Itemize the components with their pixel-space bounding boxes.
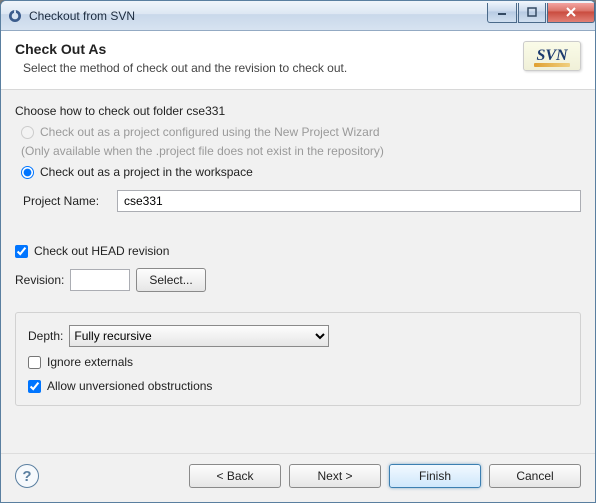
next-button[interactable]: Next >	[289, 464, 381, 488]
wizard-header: Check Out As Select the method of check …	[1, 31, 595, 90]
configured-hint: (Only available when the .project file d…	[15, 144, 581, 158]
ignore-externals-checkbox[interactable]	[28, 356, 41, 369]
finish-button[interactable]: Finish	[389, 464, 481, 488]
cancel-button[interactable]: Cancel	[489, 464, 581, 488]
wizard-footer: ? < Back Next > Finish Cancel	[1, 453, 595, 502]
revision-input[interactable]	[70, 269, 130, 291]
wizard-title: Check Out As	[15, 41, 523, 57]
select-revision-button[interactable]: Select...	[136, 268, 205, 292]
revision-label: Revision:	[15, 273, 64, 287]
radio-workspace-label: Check out as a project in the workspace	[40, 165, 253, 179]
radio-configured-project: Check out as a project configured using …	[15, 124, 581, 140]
window-title: Checkout from SVN	[29, 9, 486, 23]
allow-unversioned-row[interactable]: Allow unversioned obstructions	[28, 377, 568, 395]
project-name-row: Project Name:	[15, 184, 581, 216]
choose-prompt: Choose how to check out folder cse331	[15, 104, 581, 118]
window-controls	[486, 3, 595, 23]
radio-workspace-input[interactable]	[21, 166, 34, 179]
revision-row: Revision: Select...	[15, 268, 581, 292]
head-revision-checkbox[interactable]	[15, 245, 28, 258]
help-icon[interactable]: ?	[15, 464, 39, 488]
titlebar[interactable]: Checkout from SVN	[1, 1, 595, 31]
maximize-button[interactable]	[518, 3, 546, 23]
wizard-subtitle: Select the method of check out and the r…	[15, 61, 523, 75]
project-name-label: Project Name:	[23, 194, 109, 208]
depth-select[interactable]: Fully recursive	[69, 325, 329, 347]
head-revision-row[interactable]: Check out HEAD revision	[15, 242, 581, 260]
app-icon	[7, 8, 23, 24]
radio-configured-input	[21, 126, 34, 139]
allow-unversioned-label: Allow unversioned obstructions	[47, 379, 212, 393]
radio-configured-label: Check out as a project configured using …	[40, 125, 380, 139]
wizard-body: Choose how to check out folder cse331 Ch…	[1, 90, 595, 453]
close-button[interactable]	[547, 3, 595, 23]
radio-workspace-project[interactable]: Check out as a project in the workspace	[15, 164, 581, 180]
dialog-window: Checkout from SVN Check Out As Select th…	[0, 0, 596, 503]
ignore-externals-label: Ignore externals	[47, 355, 133, 369]
depth-row: Depth: Fully recursive	[28, 325, 568, 347]
head-revision-label: Check out HEAD revision	[34, 244, 169, 258]
svn-logo-icon: SVN	[523, 41, 581, 71]
project-name-input[interactable]	[117, 190, 581, 212]
options-group: Depth: Fully recursive Ignore externals …	[15, 312, 581, 406]
ignore-externals-row[interactable]: Ignore externals	[28, 353, 568, 371]
allow-unversioned-checkbox[interactable]	[28, 380, 41, 393]
back-button[interactable]: < Back	[189, 464, 281, 488]
depth-label: Depth:	[28, 329, 63, 343]
minimize-button[interactable]	[487, 3, 517, 23]
